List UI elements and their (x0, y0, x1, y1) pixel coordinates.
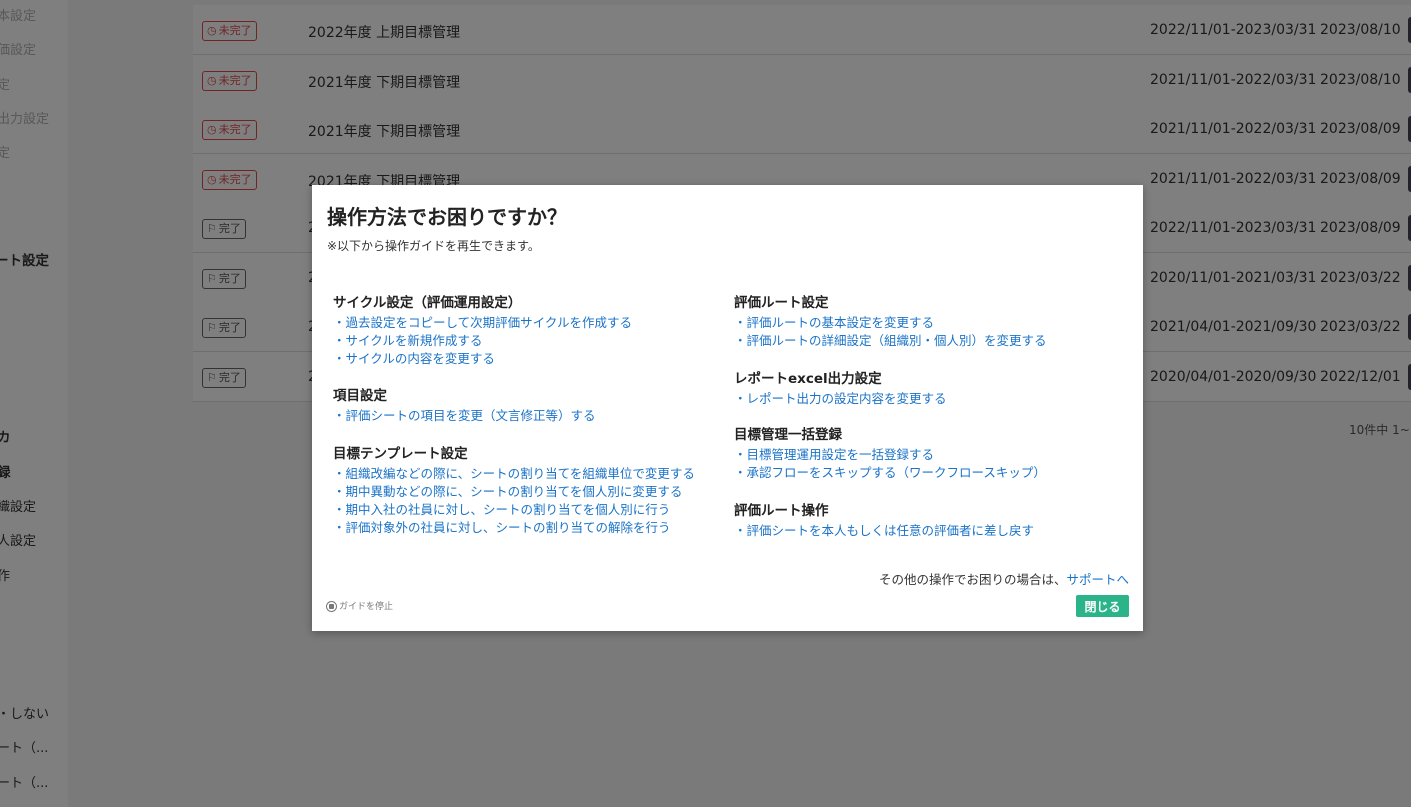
guide-link[interactable]: ・サイクルを新規作成する (333, 332, 632, 350)
stop-guide-label: ガイドを停止 (339, 602, 394, 612)
guide-link[interactable]: ・過去設定をコピーして次期評価サイクルを作成する (333, 314, 632, 332)
guide-section-template: 目標テンプレート設定 ・組織改編などの際に、シートの割り当てを組織単位で変更する… (333, 446, 695, 537)
guide-link[interactable]: ・評価ルートの詳細設定（組織別・個人別）を変更する (734, 332, 1047, 350)
section-title: 項目設定 (333, 388, 387, 404)
support-prefix: その他の操作でお困りの場合は、 (878, 572, 1067, 587)
stop-icon (326, 601, 337, 612)
guide-link[interactable]: ・目標管理運用設定を一括登録する (734, 446, 1046, 464)
guide-section-bulk: 目標管理一括登録 ・目標管理運用設定を一括登録する ・承認フローをスキップする（… (734, 427, 1046, 482)
support-message: その他の操作でお困りの場合は、サポートへ (879, 569, 1129, 588)
guide-section-report: レポートexcel出力設定 ・レポート出力の設定内容を変更する (734, 371, 947, 408)
guide-link[interactable]: ・期中入社の社員に対し、シートの割り当てを個人別に行う (333, 501, 695, 519)
guide-link[interactable]: ・評価ルートの基本設定を変更する (734, 314, 1047, 332)
help-guide-modal: 操作方法でお困りですか？ ※以下から操作ガイドを再生できます。 サイクル設定（評… (312, 185, 1143, 631)
section-title: 目標テンプレート設定 (333, 446, 468, 462)
guide-link[interactable]: ・レポート出力の設定内容を変更する (734, 390, 947, 408)
stop-guide-button[interactable]: ガイドを停止 (326, 599, 393, 612)
guide-link[interactable]: ・組織改編などの際に、シートの割り当てを組織単位で変更する (333, 465, 695, 483)
guide-link[interactable]: ・評価シートを本人もしくは任意の評価者に差し戻す (734, 522, 1034, 540)
guide-link[interactable]: ・評価対象外の社員に対し、シートの割り当ての解除を行う (333, 519, 695, 537)
guide-link[interactable]: ・評価シートの項目を変更（文言修正等）する (333, 407, 596, 425)
guide-section-route-operation: 評価ルート操作 ・評価シートを本人もしくは任意の評価者に差し戻す (734, 503, 1034, 540)
guide-section-route: 評価ルート設定 ・評価ルートの基本設定を変更する ・評価ルートの詳細設定（組織別… (734, 295, 1047, 350)
modal-subtitle: ※以下から操作ガイドを再生できます。 (327, 239, 540, 253)
modal-title: 操作方法でお困りですか？ (327, 205, 567, 229)
section-title: 目標管理一括登録 (734, 427, 842, 443)
guide-link[interactable]: ・承認フローをスキップする（ワークフロースキップ） (734, 464, 1046, 482)
guide-link[interactable]: ・サイクルの内容を変更する (333, 350, 632, 368)
section-title: 評価ルート操作 (734, 503, 829, 519)
section-title: サイクル設定（評価運用設定） (333, 295, 522, 311)
section-title: レポートexcel出力設定 (734, 371, 882, 387)
section-title: 評価ルート設定 (734, 295, 829, 311)
close-button[interactable]: 閉じる (1076, 595, 1129, 617)
guide-section-cycle: サイクル設定（評価運用設定） ・過去設定をコピーして次期評価サイクルを作成する … (333, 295, 632, 368)
guide-link[interactable]: ・期中異動などの際に、シートの割り当てを個人別に変更する (333, 483, 695, 501)
support-link[interactable]: サポートへ (1066, 572, 1129, 587)
guide-section-items: 項目設定 ・評価シートの項目を変更（文言修正等）する (333, 388, 596, 425)
